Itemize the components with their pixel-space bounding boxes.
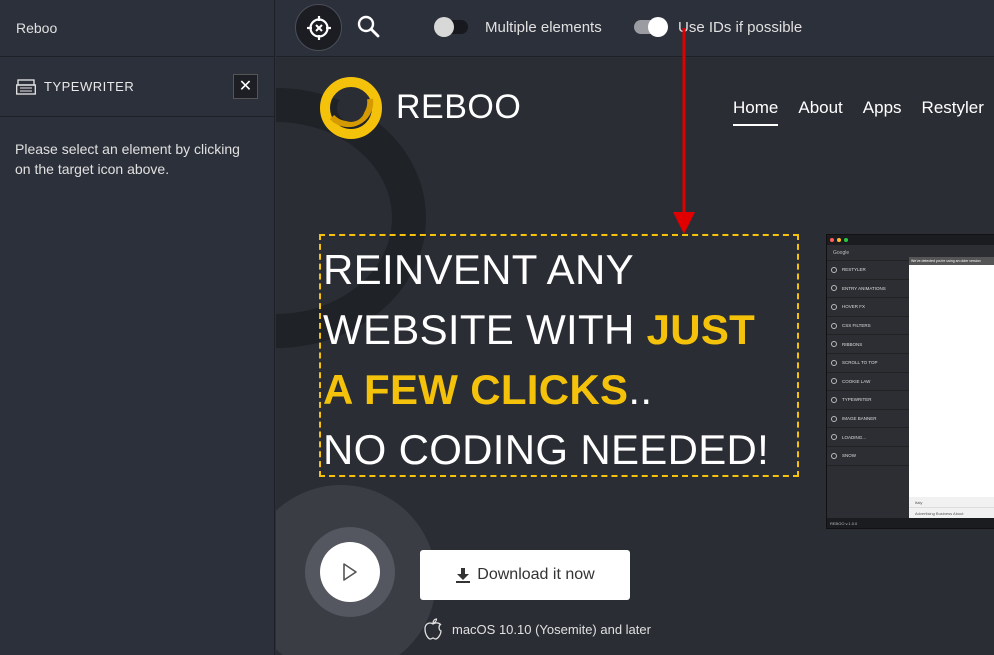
mockup-item-icon: [831, 341, 837, 348]
toolbar: Multiple elements Use IDs if possible: [276, 0, 994, 57]
search-icon: [357, 15, 380, 38]
mockup-titlebar: [827, 235, 994, 245]
mockup-menu-item: SCROLL TO TOP: [827, 354, 909, 373]
close-icon: ✕: [238, 77, 253, 95]
mockup-item-icon: [831, 266, 837, 273]
mockup-item-icon: [831, 303, 837, 310]
multiple-elements-toggle[interactable]: [434, 17, 468, 37]
hero-line-3: A FEW CLICKS..: [323, 366, 653, 413]
mockup-item-icon: [831, 322, 837, 329]
reboo-logo-icon[interactable]: [320, 77, 382, 139]
hero-line-2: WEBSITE WITH JUST: [323, 306, 756, 353]
use-ids-toggle[interactable]: [634, 17, 668, 37]
mockup-menu-item: CSS FILTERS: [827, 317, 909, 336]
mockup-statusbar: REBOO v.1.0.0: [827, 518, 994, 528]
section-title: TYPEWRITER: [44, 79, 135, 94]
nav-apps[interactable]: Apps: [863, 98, 902, 126]
os-requirement-text: macOS 10.10 (Yosemite) and later: [452, 621, 651, 637]
apple-icon: [424, 618, 442, 640]
mockup-menu-item: IMAGE BANNER: [827, 410, 909, 429]
mockup-item-icon: [831, 396, 837, 403]
use-ids-label: Use IDs if possible: [678, 19, 803, 36]
toggle-knob: [434, 17, 454, 37]
nav-home[interactable]: Home: [733, 98, 779, 126]
mockup-item-icon: [831, 378, 837, 385]
mockup-footer-links: Italy Advertising Business About: [909, 497, 994, 520]
hero-line-4: NO CODING NEEDED!: [323, 426, 770, 473]
mockup-menu-item: SNOW: [827, 447, 909, 466]
mockup-item-icon: [831, 452, 837, 459]
os-requirement: macOS 10.10 (Yosemite) and later: [423, 618, 651, 640]
hero-headline-selected[interactable]: REINVENT ANY WEBSITE WITH JUST A FEW CLI…: [319, 234, 799, 477]
mockup-menu-item: LOADING...: [827, 428, 909, 447]
play-icon: [343, 563, 357, 581]
download-button[interactable]: Download it now: [420, 550, 630, 600]
nav-restyler[interactable]: Restyler: [922, 98, 984, 126]
mockup-menu-item: TYPEWRITER: [827, 391, 909, 410]
close-section-button[interactable]: ✕: [233, 74, 258, 99]
nav-about[interactable]: About: [798, 98, 842, 126]
mockup-menu-item: ENTRY ANIMATIONS: [827, 280, 909, 299]
toggle-knob: [648, 17, 668, 37]
hero-line-1: REINVENT ANY: [323, 246, 634, 293]
crosshair-icon: [306, 15, 331, 40]
play-video-button[interactable]: [305, 527, 395, 617]
target-select-button[interactable]: [295, 4, 342, 51]
mockup-item-icon: [831, 359, 837, 366]
mockup-sidebar: Google RESTYLER ENTRY ANIMATIONS HOVER FX C…: [827, 245, 909, 520]
download-icon: [456, 568, 471, 583]
search-button[interactable]: [356, 14, 382, 40]
play-button-inner: [320, 542, 380, 602]
sidebar: Reboo TYPEWRITER ✕ Please select an elem…: [0, 0, 275, 655]
site-nav: Home About Apps Restyler: [733, 98, 994, 126]
annotation-arrow-icon: [673, 28, 695, 234]
mockup-menu-item: RESTYLER: [827, 261, 909, 280]
mockup-item-icon: [831, 285, 837, 292]
app-screenshot-mockup: Google RESTYLER ENTRY ANIMATIONS HOVER FX C…: [826, 234, 994, 529]
mockup-menu-item: HOVER FX: [827, 298, 909, 317]
mockup-item-icon: [831, 415, 837, 422]
mockup-menu-item: COOKIE LAW: [827, 373, 909, 392]
app-title: Reboo: [0, 0, 274, 57]
mockup-item-icon: [831, 434, 837, 441]
download-label: Download it now: [477, 566, 595, 583]
instruction-message: Please select an element by clicking on …: [15, 141, 240, 177]
mockup-menu-item: RIBBONS: [827, 335, 909, 354]
typewriter-icon: [16, 78, 36, 95]
brand-name[interactable]: REBOO: [396, 88, 521, 127]
mockup-content: We've detected you're using an older ver…: [909, 257, 994, 520]
website-preview: REBOO Home About Apps Restyler REINVENT …: [276, 58, 994, 655]
typewriter-section-header: TYPEWRITER ✕: [0, 57, 274, 117]
multiple-elements-label: Multiple elements: [485, 19, 602, 36]
